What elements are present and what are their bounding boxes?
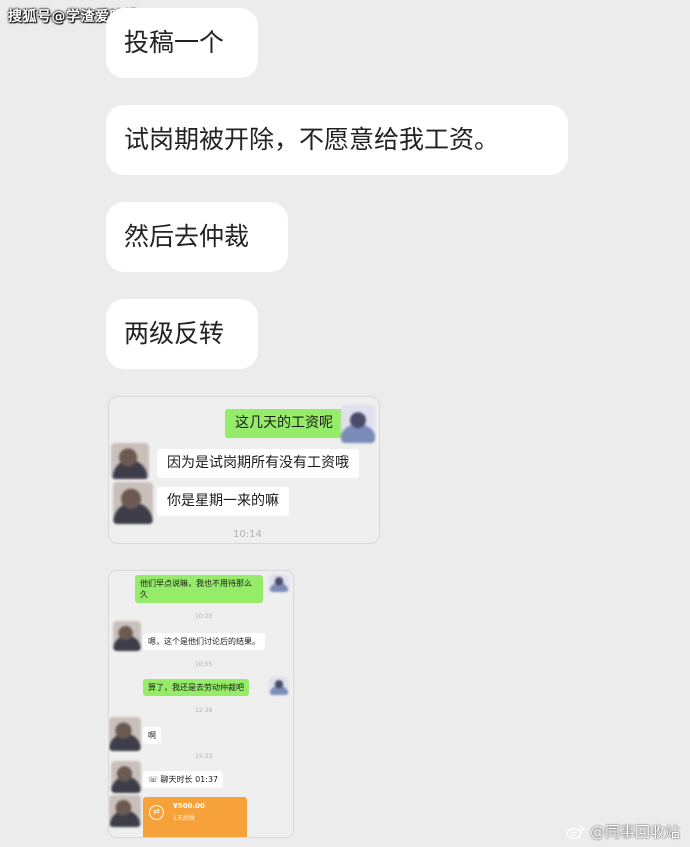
avatar bbox=[269, 677, 289, 695]
timestamp: 12:38 bbox=[195, 707, 213, 714]
chat-message-left: 啊 bbox=[143, 727, 161, 744]
avatar bbox=[113, 621, 141, 651]
avatar bbox=[109, 717, 141, 751]
message-text: 然后去仲裁 bbox=[124, 222, 250, 251]
message-text: 两级反转 bbox=[124, 319, 225, 348]
message-bubble-4: 两级反转 bbox=[106, 299, 258, 369]
message-text: 试岗期被开除，不愿意给我工资。 bbox=[124, 125, 500, 154]
transfer-card: ⇄ ¥500.00 1天后收 bbox=[143, 797, 247, 837]
transfer-icon: ⇄ bbox=[149, 805, 164, 820]
message-bubble-1: 投稿一个 bbox=[106, 8, 258, 78]
chat-message-right: 他们早点说嘛，我也不用待那么久 bbox=[135, 575, 263, 603]
message-text: 投稿一个 bbox=[124, 28, 225, 57]
chat-message-right: 这几天的工资呢 bbox=[225, 409, 343, 438]
timestamp: 10:20 bbox=[195, 613, 213, 620]
transfer-note: 1天后收 bbox=[173, 815, 195, 822]
message-bubble-3: 然后去仲裁 bbox=[106, 202, 288, 272]
message-bubble-2: 试岗期被开除，不愿意给我工资。 bbox=[106, 105, 568, 175]
chat-message-left: 因为是试岗期所有没有工资哦 bbox=[157, 449, 359, 478]
avatar bbox=[109, 795, 141, 827]
chat-screenshot-1: 这几天的工资呢 因为是试岗期所有没有工资哦 你是星期一来的嘛 10:14 bbox=[108, 396, 380, 544]
timestamp: 15:33 bbox=[195, 753, 213, 760]
avatar bbox=[341, 405, 375, 443]
weibo-icon bbox=[566, 826, 585, 839]
watermark-text: @同事回收站 bbox=[589, 823, 680, 841]
timestamp: 10:14 bbox=[233, 529, 262, 540]
timestamp: 10:55 bbox=[195, 661, 213, 668]
avatar bbox=[269, 574, 289, 592]
transfer-amount: ¥500.00 bbox=[173, 802, 205, 810]
avatar bbox=[111, 761, 141, 793]
chat-message-left: 你是星期一来的嘛 bbox=[157, 487, 289, 516]
watermark-bottom: @同事回收站 bbox=[566, 821, 680, 842]
avatar bbox=[113, 482, 153, 524]
chat-message-left: 嗯，这个是他们讨论后的结果。 bbox=[143, 633, 265, 650]
avatar bbox=[111, 443, 149, 479]
chat-message-right: 算了，我还是去劳动仲裁吧 bbox=[143, 679, 249, 696]
voice-call-duration: ☏ 聊天时长 01:37 bbox=[143, 771, 224, 788]
chat-screenshot-2: 他们早点说嘛，我也不用待那么久 10:20 嗯，这个是他们讨论后的结果。 10:… bbox=[108, 570, 294, 838]
call-duration-text: 聊天时长 01:37 bbox=[160, 775, 219, 784]
phone-icon: ☏ bbox=[148, 775, 161, 784]
